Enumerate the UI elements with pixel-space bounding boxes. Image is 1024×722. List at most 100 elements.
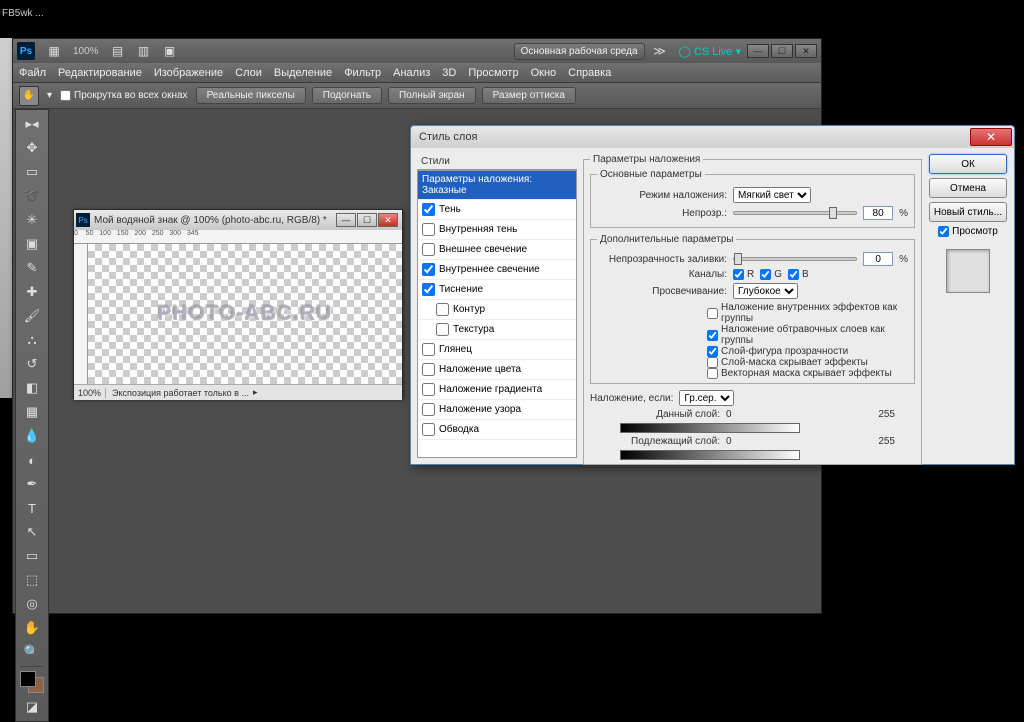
pen-tool[interactable]: ✒ — [18, 473, 46, 495]
minimize-button[interactable]: — — [747, 44, 769, 58]
menu-Редактирование[interactable]: Редактирование — [58, 67, 142, 79]
style-row[interactable]: Глянец — [418, 340, 576, 360]
optbtn[interactable]: Размер оттиска — [482, 87, 576, 104]
preview-checkbox[interactable]: Просмотр — [938, 226, 998, 237]
zoom-tool[interactable]: 🔍 — [18, 641, 46, 663]
cancel-button[interactable]: Отмена — [929, 178, 1007, 198]
options-bar: ✋▾ Прокрутка во всех окнах Реальные пикс… — [13, 83, 821, 109]
close-button[interactable]: ✕ — [795, 44, 817, 58]
opacity-slider[interactable] — [733, 211, 857, 215]
doc-minimize[interactable]: — — [336, 213, 356, 227]
style-row[interactable]: Тиснение — [418, 280, 576, 300]
doc-titlebar[interactable]: Ps Мой водяной знак @ 100% (photo-abc.ru… — [74, 210, 402, 230]
maximize-button[interactable]: ☐ — [771, 44, 793, 58]
style-row[interactable]: Параметры наложения: Заказные — [418, 171, 576, 200]
ps-doc-icon: Ps — [76, 213, 90, 227]
style-row[interactable]: Наложение градиента — [418, 380, 576, 400]
collapse-icon[interactable]: ▸◂ — [18, 113, 46, 135]
opacity-input[interactable] — [863, 206, 893, 220]
blend-flag[interactable]: Слой-маска скрывает эффекты — [707, 357, 908, 368]
style-row[interactable]: Контур — [418, 300, 576, 320]
style-row[interactable]: Внутренняя тень — [418, 220, 576, 240]
gradient-tool[interactable]: ▦ — [18, 401, 46, 423]
blur-tool[interactable]: 💧 — [18, 425, 46, 447]
style-row[interactable]: Внешнее свечение — [418, 240, 576, 260]
underlying-gradient[interactable] — [620, 450, 800, 460]
menu-Анализ[interactable]: Анализ — [393, 67, 430, 79]
history-brush-tool[interactable]: ↺ — [18, 353, 46, 375]
channel-r[interactable]: R — [733, 269, 754, 280]
ruler-horizontal: 0 50 100 150 200 250 300 345 — [74, 230, 402, 244]
view-grid-icon[interactable]: ▤ — [107, 42, 129, 60]
dialog-buttons: ОК Отмена Новый стиль... Просмотр — [928, 154, 1008, 458]
menu-Просмотр[interactable]: Просмотр — [468, 67, 518, 79]
optbtn[interactable]: Полный экран — [388, 87, 476, 104]
menu-Выделение[interactable]: Выделение — [274, 67, 332, 79]
menu-Файл[interactable]: Файл — [19, 67, 46, 79]
blend-flag[interactable]: Слой-фигура прозрачности — [707, 346, 908, 357]
channel-b[interactable]: B — [788, 269, 809, 280]
fill-opacity-input[interactable] — [863, 252, 893, 266]
stamp-tool[interactable]: ⛬ — [18, 329, 46, 351]
style-row[interactable]: Тень — [418, 200, 576, 220]
3d-camera-tool[interactable]: ◎ — [18, 593, 46, 615]
wand-tool[interactable]: ✳ — [18, 209, 46, 231]
style-row[interactable]: Внутреннее свечение — [418, 260, 576, 280]
this-layer-gradient[interactable] — [620, 423, 800, 433]
new-style-button[interactable]: Новый стиль... — [929, 202, 1007, 222]
menu-Слои[interactable]: Слои — [235, 67, 262, 79]
blend-flag[interactable]: Векторная маска скрывает эффекты — [707, 368, 908, 379]
blend-mode-select[interactable]: Мягкий свет — [733, 187, 811, 203]
ok-button[interactable]: ОК — [929, 154, 1007, 174]
fill-opacity-slider[interactable] — [733, 257, 857, 261]
menu-Фильтр[interactable]: Фильтр — [344, 67, 381, 79]
crop-tool[interactable]: ▣ — [18, 233, 46, 255]
menu-Справка[interactable]: Справка — [568, 67, 611, 79]
channel-g[interactable]: G — [760, 269, 782, 280]
watermark-text: PHOTO-ABC.RU — [158, 302, 333, 326]
scroll-all-checkbox[interactable]: Прокрутка во всех окнах — [60, 90, 188, 101]
blend-flag[interactable]: Наложение обтравочных слоев как группы — [707, 324, 908, 346]
dialog-titlebar[interactable]: Стиль слоя ✕ — [411, 126, 1014, 148]
style-row[interactable]: Обводка — [418, 420, 576, 440]
color-swatch[interactable] — [20, 671, 44, 693]
style-row[interactable]: Наложение узора — [418, 400, 576, 420]
style-row[interactable]: Наложение цвета — [418, 360, 576, 380]
preview-swatch — [946, 249, 990, 293]
dodge-tool[interactable]: ◐ — [18, 449, 46, 471]
menu-3D[interactable]: 3D — [442, 67, 456, 79]
cslive-button[interactable]: ◯ CS Live ▾ — [679, 45, 741, 58]
doc-maximize[interactable]: ☐ — [357, 213, 377, 227]
canvas[interactable]: PHOTO-ABC.RU — [88, 244, 402, 384]
dialog-close-button[interactable]: ✕ — [970, 128, 1012, 146]
brush-tool[interactable]: 🖌 — [18, 305, 46, 327]
shape-tool[interactable]: ▭ — [18, 545, 46, 567]
eraser-tool[interactable]: ◧ — [18, 377, 46, 399]
blendif-select[interactable]: Гр.сер. — [679, 390, 734, 406]
quickmask-toggle[interactable]: ◪ — [18, 696, 46, 718]
path-tool[interactable]: ↖ — [18, 521, 46, 543]
menu-Окно[interactable]: Окно — [531, 67, 557, 79]
marquee-tool[interactable]: ▭ — [18, 161, 46, 183]
3d-tool[interactable]: ⬚ — [18, 569, 46, 591]
lasso-tool[interactable]: ➰ — [18, 185, 46, 207]
move-tool[interactable]: ✥ — [18, 137, 46, 159]
blend-flag[interactable]: Наложение внутренних эффектов как группы — [707, 302, 908, 324]
doc-new-icon[interactable]: ▦ — [43, 42, 65, 60]
screen-mode-icon[interactable]: ▣ — [159, 42, 181, 60]
heal-tool[interactable]: ✚ — [18, 281, 46, 303]
hand-tool[interactable]: ✋ — [18, 617, 46, 639]
eyedropper-tool[interactable]: ✎ — [18, 257, 46, 279]
type-tool[interactable]: T — [18, 497, 46, 519]
workspace-button[interactable]: Основная рабочая среда — [514, 43, 645, 60]
style-row[interactable]: Текстура — [418, 320, 576, 340]
menu-Изображение[interactable]: Изображение — [154, 67, 223, 79]
zoom-readout[interactable]: 100% — [73, 46, 99, 57]
optbtn[interactable]: Подогнать — [312, 87, 382, 104]
knockout-select[interactable]: Глубокое — [733, 283, 798, 299]
hand-tool-icon[interactable]: ✋ — [19, 86, 39, 106]
optbtn[interactable]: Реальные пикселы — [196, 87, 306, 104]
doc-close[interactable]: ✕ — [378, 213, 398, 227]
chevron-right-icon[interactable]: ≫ — [649, 42, 671, 60]
view-list-icon[interactable]: ▥ — [133, 42, 155, 60]
